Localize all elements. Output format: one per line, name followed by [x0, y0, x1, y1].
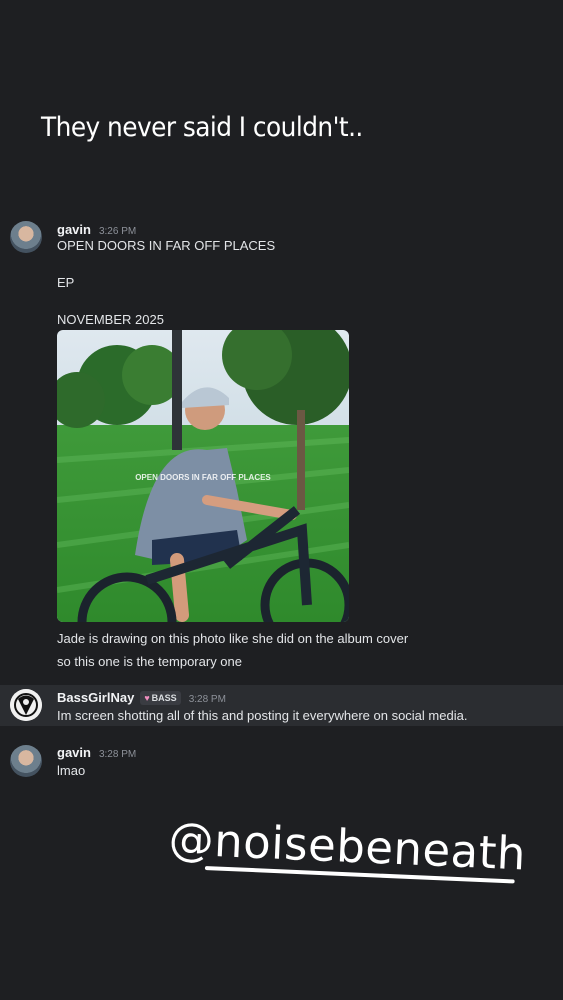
attached-image[interactable]: OPEN DOORS IN FAR OFF PLACES: [57, 330, 349, 622]
message-text: OPEN DOORS IN FAR OFF PLACES: [57, 238, 276, 253]
story-caption: They never said I couldn't..: [41, 112, 363, 143]
timestamp: 3:26 PM: [98, 226, 137, 237]
username[interactable]: BassGirlNay: [57, 690, 134, 705]
heart-icon: ♥: [144, 693, 150, 703]
message-author[interactable]: gavin 3:26 PM: [57, 222, 136, 237]
timestamp: 3:28 PM: [188, 694, 226, 705]
threads-icon: @: [167, 812, 216, 867]
message-author[interactable]: gavin 3:28 PM: [57, 745, 136, 760]
image-caption: OPEN DOORS IN FAR OFF PLACES: [135, 473, 271, 482]
message-text: Jade is drawing on this photo like she d…: [57, 631, 409, 646]
avatar-image: [10, 689, 42, 721]
message-text: so this one is the temporary one: [57, 654, 242, 669]
avatar[interactable]: [10, 689, 42, 721]
message-author[interactable]: BassGirlNay ♥ BASS 3:28 PM: [57, 690, 226, 705]
message-text: lmao: [57, 763, 86, 778]
role-badge[interactable]: ♥ BASS: [140, 691, 181, 705]
message-text: EP: [57, 275, 75, 290]
message-text: Im screen shotting all of this and posti…: [57, 708, 468, 723]
avatar[interactable]: [10, 745, 42, 777]
username[interactable]: gavin: [57, 745, 91, 760]
timestamp: 3:28 PM: [98, 749, 137, 760]
username[interactable]: gavin: [57, 222, 91, 237]
album-cover-photo: OPEN DOORS IN FAR OFF PLACES: [57, 330, 349, 622]
avatar[interactable]: [10, 221, 42, 253]
message-text: NOVEMBER 2025: [57, 312, 164, 327]
